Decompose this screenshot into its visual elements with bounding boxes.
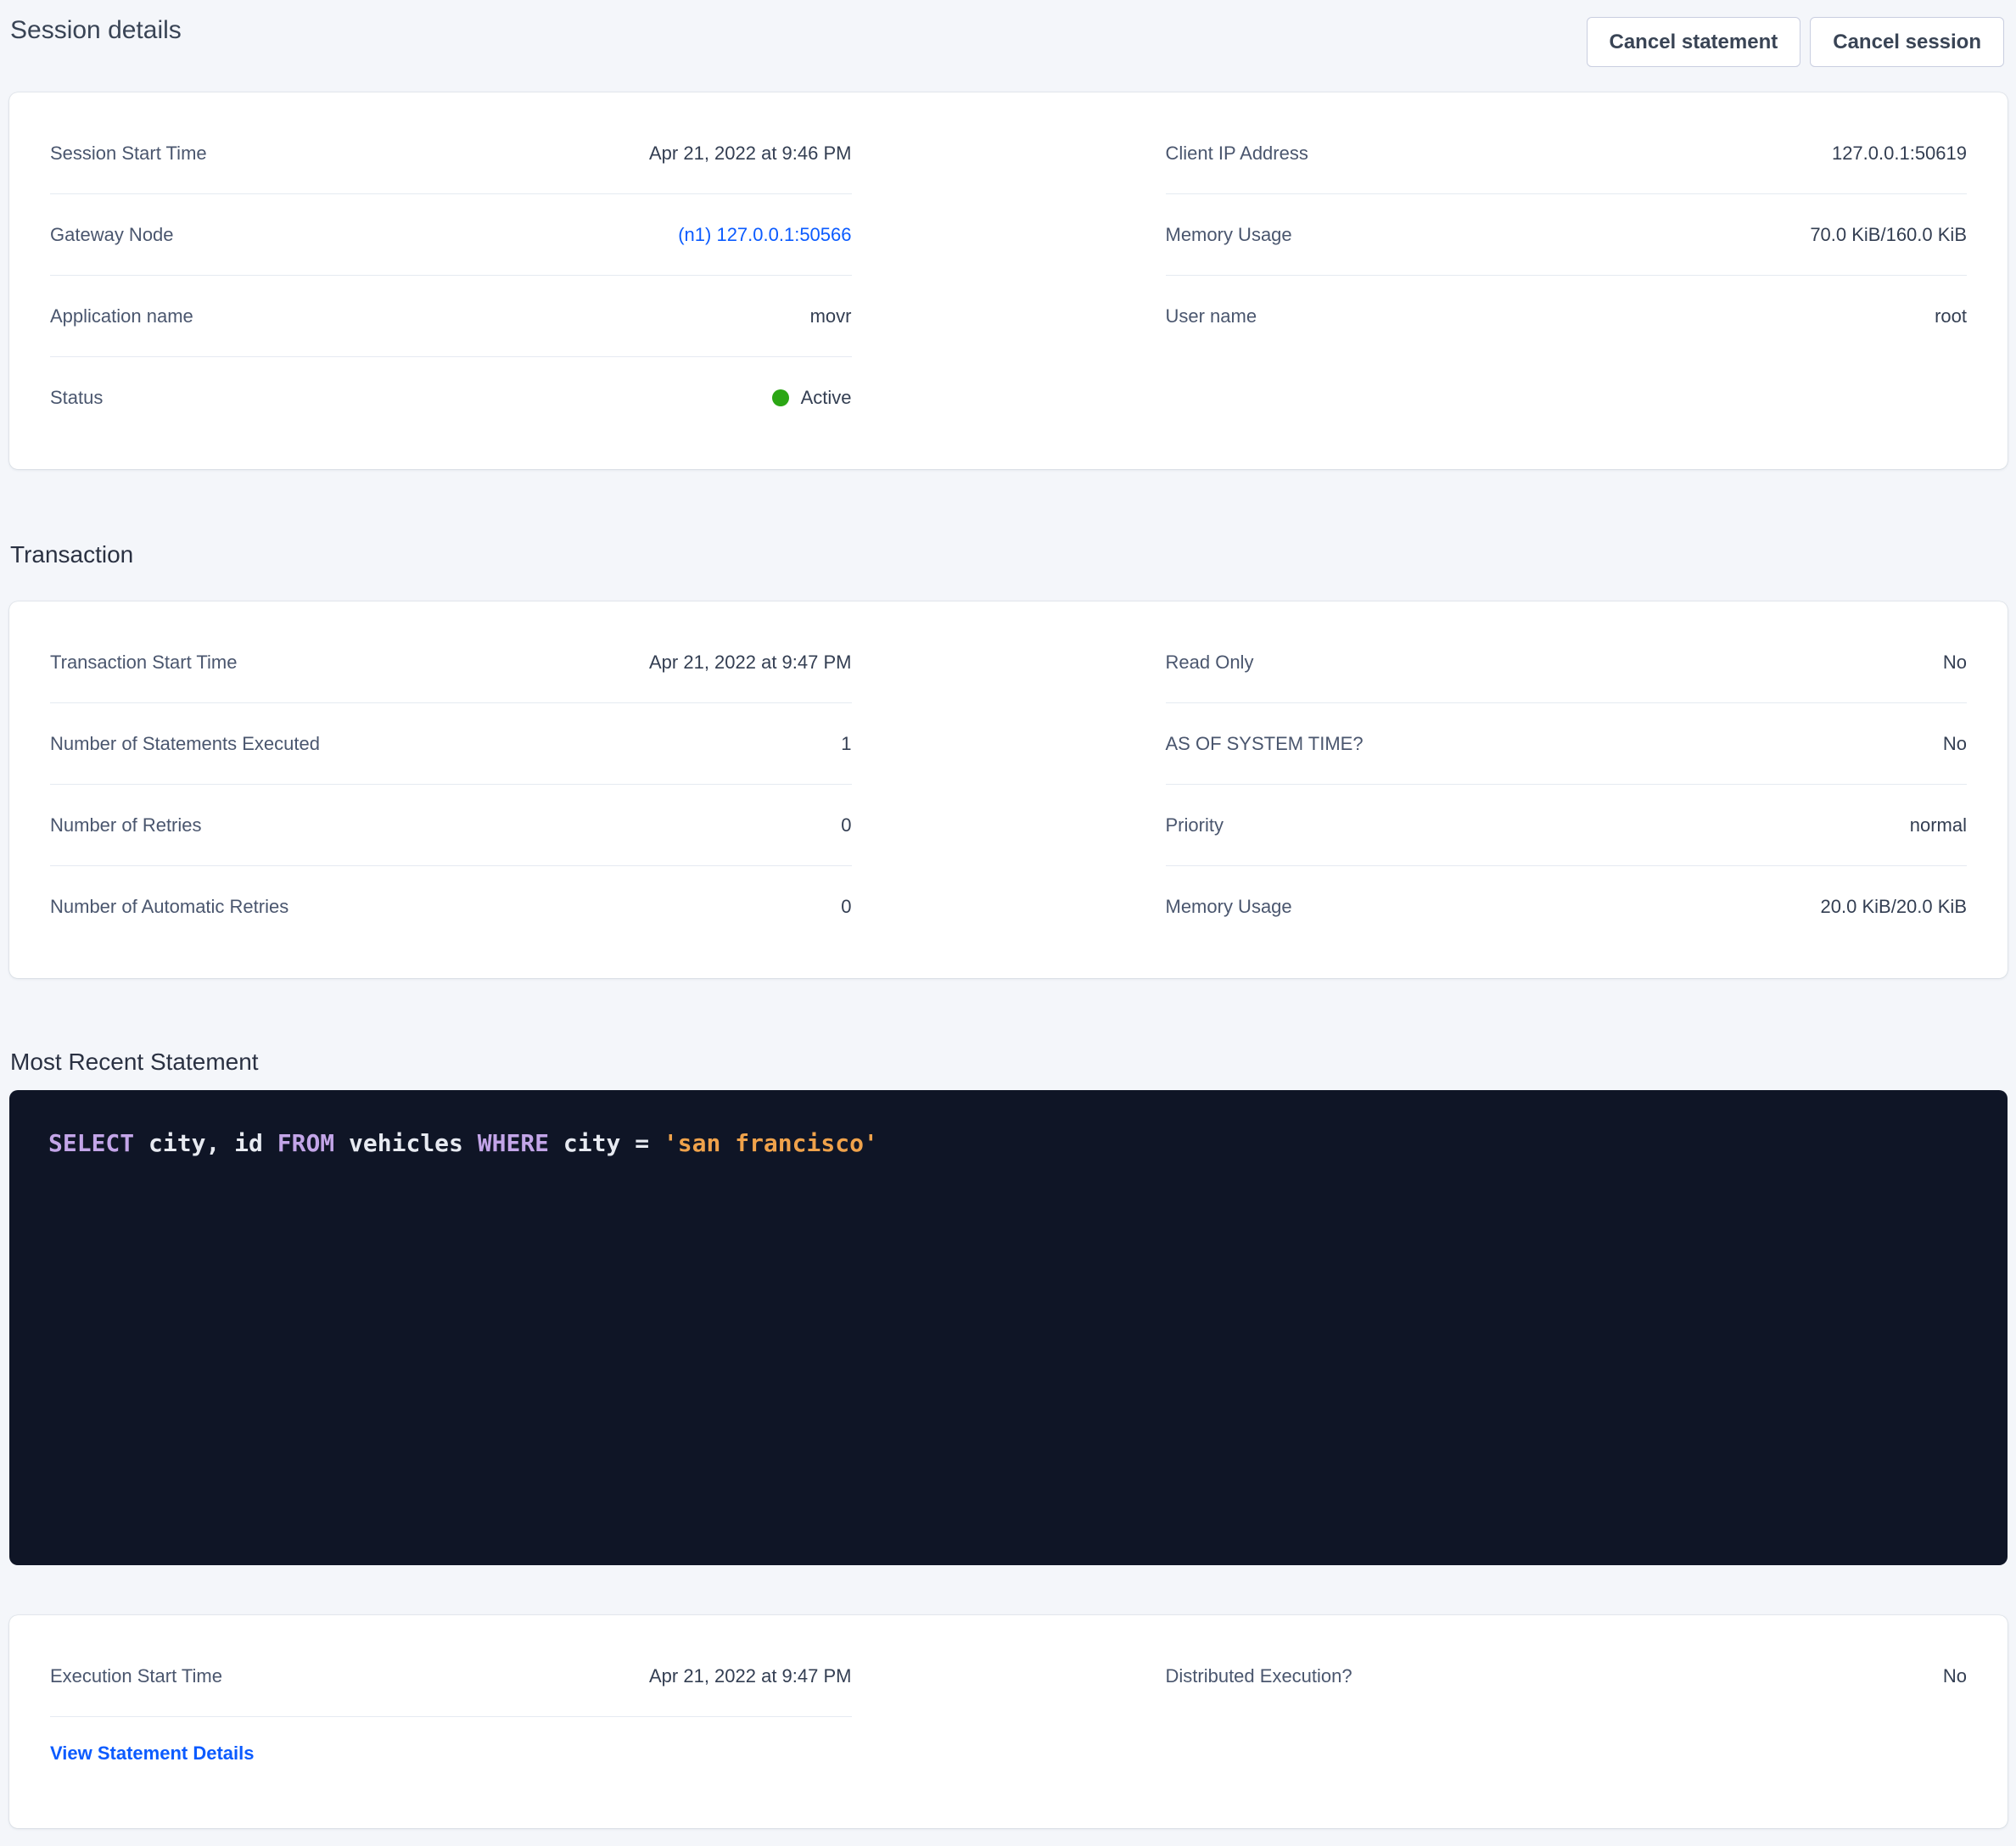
- page-title: Session details: [10, 12, 182, 49]
- transaction-start-time-row: Transaction Start Time Apr 21, 2022 at 9…: [50, 622, 852, 703]
- retries-label: Number of Retries: [50, 814, 202, 836]
- gateway-node-label: Gateway Node: [50, 224, 174, 246]
- session-memory-usage-row: Memory Usage 70.0 KiB/160.0 KiB: [1166, 194, 1968, 276]
- status-active-dot-icon: [772, 389, 789, 406]
- transaction-memory-usage-label: Memory Usage: [1166, 896, 1292, 918]
- statements-executed-value: 1: [841, 733, 851, 755]
- sql-token: vehicles: [334, 1129, 478, 1157]
- automatic-retries-value: 0: [841, 896, 851, 918]
- automatic-retries-label: Number of Automatic Retries: [50, 896, 288, 918]
- sql-token: city: [549, 1129, 635, 1157]
- application-name-label: Application name: [50, 305, 193, 327]
- read-only-row: Read Only No: [1166, 622, 1968, 703]
- session-start-time-value: Apr 21, 2022 at 9:46 PM: [649, 143, 852, 165]
- retries-value: 0: [841, 814, 851, 836]
- application-name-value: movr: [810, 305, 852, 327]
- retries-row: Number of Retries 0: [50, 785, 852, 866]
- status-row: Status Active: [50, 357, 852, 439]
- sql-statement-text: SELECT city, id FROM vehicles WHERE city…: [48, 1127, 1968, 1160]
- cancel-session-button[interactable]: Cancel session: [1810, 17, 2004, 67]
- page-header: Session details Cancel statement Cancel …: [0, 0, 2016, 67]
- client-ip-row: Client IP Address 127.0.0.1:50619: [1166, 113, 1968, 194]
- status-badge: Active: [772, 387, 852, 409]
- view-statement-details-link[interactable]: View Statement Details: [50, 1743, 254, 1765]
- user-name-row: User name root: [1166, 276, 1968, 357]
- sql-token: =: [635, 1129, 649, 1157]
- application-name-row: Application name movr: [50, 276, 852, 357]
- automatic-retries-row: Number of Automatic Retries 0: [50, 866, 852, 948]
- as-of-system-time-value: No: [1943, 733, 1967, 755]
- execution-start-time-value: Apr 21, 2022 at 9:47 PM: [649, 1665, 852, 1687]
- priority-label: Priority: [1166, 814, 1224, 836]
- statements-executed-row: Number of Statements Executed 1: [50, 703, 852, 785]
- transaction-section-heading: Transaction: [10, 540, 2006, 569]
- session-memory-usage-label: Memory Usage: [1166, 224, 1292, 246]
- view-statement-details-row: View Statement Details: [50, 1717, 852, 1790]
- transaction-memory-usage-row: Memory Usage 20.0 KiB/20.0 KiB: [1166, 866, 1968, 948]
- sql-token: city, id: [134, 1129, 277, 1157]
- session-start-time-row: Session Start Time Apr 21, 2022 at 9:46 …: [50, 113, 852, 194]
- execution-card-left-column: Execution Start Time Apr 21, 2022 at 9:4…: [50, 1636, 852, 1790]
- distributed-execution-value: No: [1943, 1665, 1967, 1687]
- as-of-system-time-row: AS OF SYSTEM TIME? No: [1166, 703, 1968, 785]
- transaction-summary-card: Transaction Start Time Apr 21, 2022 at 9…: [9, 601, 2008, 978]
- session-summary-card: Session Start Time Apr 21, 2022 at 9:46 …: [9, 92, 2008, 469]
- client-ip-value: 127.0.0.1:50619: [1832, 143, 1967, 165]
- sql-statement-box: SELECT city, id FROM vehicles WHERE city…: [9, 1090, 2008, 1565]
- read-only-value: No: [1943, 652, 1967, 674]
- cancel-statement-button[interactable]: Cancel statement: [1587, 17, 1801, 67]
- transaction-memory-usage-value: 20.0 KiB/20.0 KiB: [1821, 896, 1967, 918]
- execution-summary-card: Execution Start Time Apr 21, 2022 at 9:4…: [9, 1615, 2008, 1828]
- user-name-label: User name: [1166, 305, 1257, 327]
- as-of-system-time-label: AS OF SYSTEM TIME?: [1166, 733, 1364, 755]
- user-name-value: root: [1935, 305, 1967, 327]
- session-memory-usage-value: 70.0 KiB/160.0 KiB: [1810, 224, 1967, 246]
- gateway-node-link[interactable]: (n1) 127.0.0.1:50566: [678, 224, 851, 246]
- sql-token: 'san francisco': [664, 1129, 878, 1157]
- gateway-node-row: Gateway Node (n1) 127.0.0.1:50566: [50, 194, 852, 276]
- execution-start-time-label: Execution Start Time: [50, 1665, 222, 1687]
- distributed-execution-label: Distributed Execution?: [1166, 1665, 1352, 1687]
- sql-token: WHERE: [478, 1129, 549, 1157]
- header-actions: Cancel statement Cancel session: [1587, 17, 2005, 67]
- execution-start-time-row: Execution Start Time Apr 21, 2022 at 9:4…: [50, 1636, 852, 1717]
- transaction-card-left-column: Transaction Start Time Apr 21, 2022 at 9…: [50, 622, 852, 948]
- statements-executed-label: Number of Statements Executed: [50, 733, 320, 755]
- status-value: Active: [801, 387, 852, 409]
- transaction-card-right-column: Read Only No AS OF SYSTEM TIME? No Prior…: [1166, 622, 1968, 948]
- transaction-start-time-label: Transaction Start Time: [50, 652, 237, 674]
- priority-row: Priority normal: [1166, 785, 1968, 866]
- client-ip-label: Client IP Address: [1166, 143, 1308, 165]
- sql-token: [649, 1129, 664, 1157]
- sql-token: FROM: [277, 1129, 334, 1157]
- priority-value: normal: [1910, 814, 1967, 836]
- most-recent-statement-heading: Most Recent Statement: [10, 1048, 2006, 1077]
- read-only-label: Read Only: [1166, 652, 1254, 674]
- session-card-right-column: Client IP Address 127.0.0.1:50619 Memory…: [1166, 113, 1968, 439]
- distributed-execution-row: Distributed Execution? No: [1166, 1636, 1968, 1717]
- execution-card-right-column: Distributed Execution? No: [1166, 1636, 1968, 1790]
- status-label: Status: [50, 387, 103, 409]
- transaction-start-time-value: Apr 21, 2022 at 9:47 PM: [649, 652, 852, 674]
- session-card-left-column: Session Start Time Apr 21, 2022 at 9:46 …: [50, 113, 852, 439]
- session-start-time-label: Session Start Time: [50, 143, 207, 165]
- sql-token: SELECT: [48, 1129, 134, 1157]
